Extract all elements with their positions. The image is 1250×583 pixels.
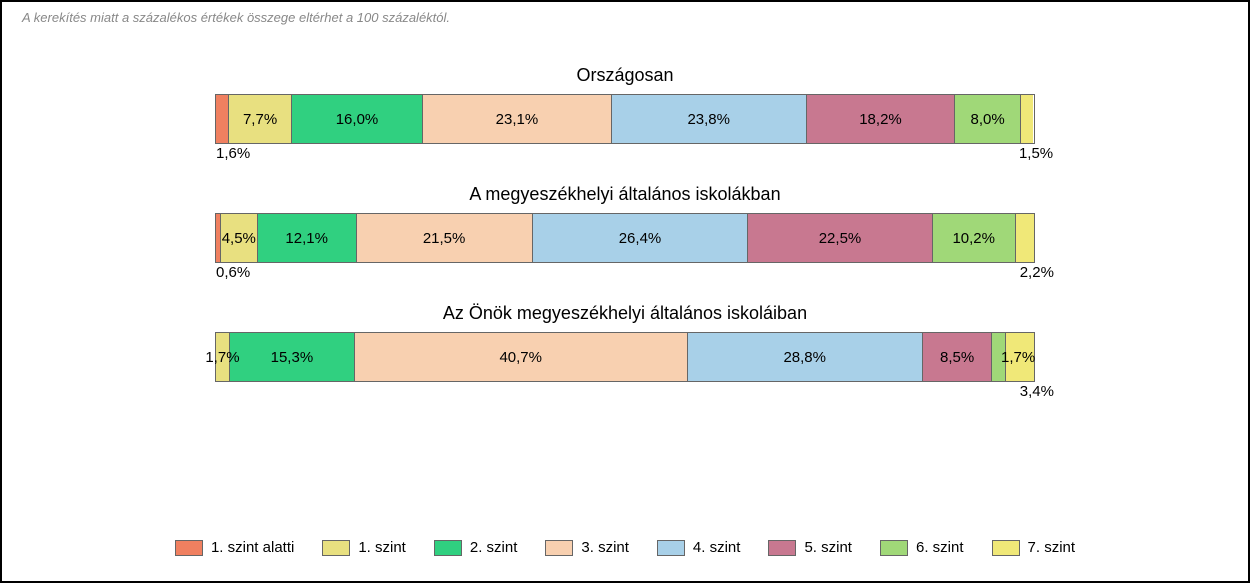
segment-1.-szint: 1,7% — [216, 333, 230, 381]
stacked-bar: 0,6%4,5%12,1%21,5%26,4%22,5%10,2%2,2% — [215, 213, 1035, 263]
segment-label: 4,5% — [222, 230, 256, 247]
legend-item: 1. szint alatti — [175, 539, 294, 556]
legend-item: 2. szint — [434, 539, 518, 556]
segment-1.-szint: 7,7% — [229, 95, 292, 143]
segment-4.-szint: 28,8% — [688, 333, 923, 381]
segment-label: 1,7% — [1001, 349, 1035, 366]
bar-group-county: A megyeszékhelyi általános iskolákban 0,… — [22, 184, 1228, 263]
legend-swatch — [434, 540, 462, 556]
segment-label: 21,5% — [423, 230, 466, 247]
segment-label: 1,6% — [216, 143, 250, 162]
segment-3.-szint: 40,7% — [355, 333, 688, 381]
legend-label: 1. szint — [358, 539, 406, 556]
segment-7.-szint: 2,2% — [1016, 214, 1034, 262]
segment-label: 26,4% — [619, 230, 662, 247]
segment-label: 10,2% — [952, 230, 995, 247]
rounding-note: A kerekítés miatt a százalékos értékek ö… — [22, 10, 1228, 25]
segment-4.-szint: 23,8% — [612, 95, 807, 143]
legend-swatch — [768, 540, 796, 556]
bar-title: Az Önök megyeszékhelyi általános iskolái… — [443, 303, 807, 324]
segment-label: 8,5% — [940, 349, 974, 366]
segment-label: 0,6% — [216, 262, 250, 281]
segment-1.-szint-alatti: 1,6% — [216, 95, 229, 143]
segment-label: 1,7% — [205, 349, 239, 366]
legend-item: 4. szint — [657, 539, 741, 556]
legend-swatch — [175, 540, 203, 556]
segment-label: 2,2% — [1020, 262, 1054, 281]
bar-group-own: Az Önök megyeszékhelyi általános iskolái… — [22, 303, 1228, 382]
segment-6.-szint: 8,0% — [955, 95, 1020, 143]
segment-2.-szint: 15,3% — [230, 333, 355, 381]
legend-swatch — [322, 540, 350, 556]
segment-label: 18,2% — [859, 111, 902, 128]
segment-5.-szint: 8,5% — [923, 333, 992, 381]
segment-label: 28,8% — [783, 349, 826, 366]
segment-6.-szint: 10,2% — [933, 214, 1016, 262]
stacked-bar: 1,7%15,3%40,7%28,8%8,5%1,7%3,4% — [215, 332, 1035, 382]
legend-item: 1. szint — [322, 539, 406, 556]
segment-5.-szint: 22,5% — [748, 214, 932, 262]
bar-title: A megyeszékhelyi általános iskolákban — [469, 184, 780, 205]
segment-7.-szint: 1,5% — [1021, 95, 1033, 143]
legend-label: 5. szint — [804, 539, 852, 556]
bar-group-national: Országosan 1,6% 7,7% 16,0% 23,1% 23,8% 18,2% 8… — [22, 65, 1228, 144]
segment-3.-szint: 21,5% — [357, 214, 533, 262]
legend-label: 3. szint — [581, 539, 629, 556]
legend-swatch — [880, 540, 908, 556]
segment-label: 22,5% — [819, 230, 862, 247]
legend-label: 6. szint — [916, 539, 964, 556]
bar-title: Országosan — [576, 65, 673, 86]
legend-item: 5. szint — [768, 539, 852, 556]
segment-6.-szint: 1,7% — [992, 333, 1006, 381]
segment-3.-szint: 23,1% — [423, 95, 612, 143]
legend-item: 7. szint — [992, 539, 1076, 556]
legend-swatch — [992, 540, 1020, 556]
segment-label: 12,1% — [285, 230, 328, 247]
chart-container: A kerekítés miatt a százalékos értékek ö… — [0, 0, 1250, 583]
segment-label: 23,1% — [496, 111, 539, 128]
segment-label: 3,4% — [1020, 381, 1054, 400]
segment-label: 1,5% — [1019, 143, 1053, 162]
legend-label: 1. szint alatti — [211, 539, 294, 556]
legend-label: 2. szint — [470, 539, 518, 556]
segment-2.-szint: 12,1% — [258, 214, 357, 262]
segment-label: 40,7% — [499, 349, 542, 366]
segment-label: 23,8% — [687, 111, 730, 128]
stacked-bar: 1,6% 7,7% 16,0% 23,1% 23,8% 18,2% 8,0% 1,5% — [215, 94, 1035, 144]
legend-label: 4. szint — [693, 539, 741, 556]
legend: 1. szint alatti 1. szint 2. szint 3. szint 4… — [2, 539, 1248, 556]
segment-label: 7,7% — [243, 111, 277, 128]
segment-label: 16,0% — [336, 111, 379, 128]
legend-item: 6. szint — [880, 539, 964, 556]
legend-label: 7. szint — [1028, 539, 1076, 556]
segment-1.-szint: 4,5% — [221, 214, 258, 262]
segment-4.-szint: 26,4% — [533, 214, 749, 262]
segment-label: 8,0% — [971, 111, 1005, 128]
legend-item: 3. szint — [545, 539, 629, 556]
legend-swatch — [657, 540, 685, 556]
legend-swatch — [545, 540, 573, 556]
chart-area: Országosan 1,6% 7,7% 16,0% 23,1% 23,8% 18,2% 8… — [22, 65, 1228, 412]
segment-2.-szint: 16,0% — [292, 95, 423, 143]
segment-5.-szint: 18,2% — [807, 95, 956, 143]
segment-label: 15,3% — [271, 349, 314, 366]
